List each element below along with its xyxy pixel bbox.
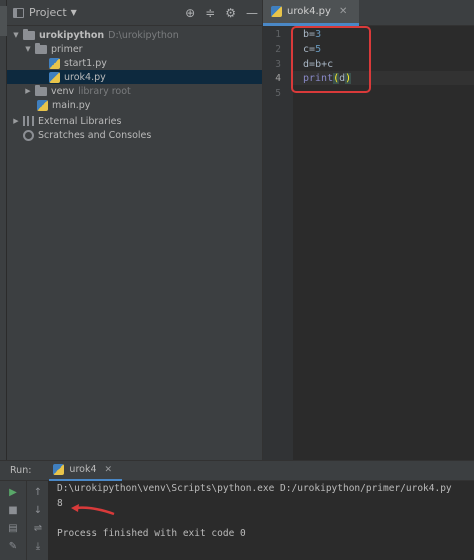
line-number: 4 xyxy=(275,73,281,84)
scratches-icon xyxy=(23,129,34,141)
annotation-highlight-box xyxy=(291,26,371,93)
line-number: 3 xyxy=(275,59,281,70)
folder-icon xyxy=(23,28,35,40)
tab-label: urok4.py xyxy=(287,6,331,17)
console-output-line: 8 xyxy=(57,498,63,509)
line-number: 1 xyxy=(275,29,281,40)
tab-run-urok4[interactable]: urok4 ✕ xyxy=(49,461,123,481)
chevron-down-icon[interactable]: ▼ xyxy=(71,8,77,17)
python-file-icon xyxy=(49,57,60,69)
folder-icon xyxy=(35,42,47,54)
tree-item-label: External Libraries xyxy=(38,115,122,127)
project-panel: Project ▼ ⊕ ≑ ⚙ — ▼ urokipython D:\uroki… xyxy=(7,0,262,460)
left-tool-strip xyxy=(0,0,7,460)
project-tool-window-button[interactable] xyxy=(0,6,7,36)
tree-item-external-libraries[interactable]: ▶ External Libraries xyxy=(7,114,262,128)
soft-wrap-icon[interactable]: ⇌ xyxy=(31,521,45,535)
close-icon[interactable]: ✕ xyxy=(339,6,347,17)
scroll-up-icon[interactable]: ↑ xyxy=(31,485,45,499)
tree-item-label: urokipython xyxy=(39,29,105,41)
console-command-line: D:\urokipython\venv\Scripts\python.exe D… xyxy=(57,483,452,494)
run-panel-title: Run: xyxy=(10,465,32,476)
tree-item-primer[interactable]: ▼ primer xyxy=(7,42,262,56)
python-file-icon xyxy=(49,71,60,83)
chevron-down-icon[interactable]: ▼ xyxy=(23,45,33,53)
stop-icon[interactable]: ■ xyxy=(6,503,20,517)
project-panel-icon xyxy=(13,7,24,18)
close-icon[interactable]: ✕ xyxy=(105,465,113,475)
tab-urok4[interactable]: urok4.py ✕ xyxy=(263,0,359,26)
python-file-icon xyxy=(271,6,282,17)
project-panel-toolbar: ⊕ ≑ ⚙ — xyxy=(185,0,258,26)
tree-item-label: start1.py xyxy=(64,57,107,69)
tree-item-urokipython[interactable]: ▼ urokipython D:\urokipython xyxy=(7,28,262,42)
collapse-icon[interactable]: ≑ xyxy=(205,6,215,20)
library-icon xyxy=(23,116,34,126)
python-file-icon xyxy=(53,464,65,475)
tree-item-venv[interactable]: ▶ venv library root xyxy=(7,84,262,98)
crosshair-icon[interactable]: ⊕ xyxy=(185,6,195,20)
console-toolbar: ↑ ↓ ⇌ ⤓ xyxy=(26,481,48,560)
tree-item-scratches[interactable]: Scratches and Consoles xyxy=(7,128,262,142)
run-panel-header: Run: urok4 ✕ xyxy=(0,461,474,481)
folder-icon xyxy=(35,84,47,96)
tree-item-hint: library root xyxy=(78,85,131,97)
console-exit-line: Process finished with exit code 0 xyxy=(57,528,246,539)
tree-item-hint: D:\urokipython xyxy=(108,29,179,41)
minimize-icon[interactable]: — xyxy=(246,6,258,20)
tree-item-label: urok4.py xyxy=(64,71,106,83)
tree-item-urok4[interactable]: urok4.py xyxy=(7,70,262,84)
gear-icon[interactable]: ⚙ xyxy=(225,6,236,20)
tree-item-main[interactable]: main.py xyxy=(7,98,262,112)
line-number: 2 xyxy=(275,44,281,55)
tree-item-label: venv xyxy=(51,85,75,97)
chevron-right-icon[interactable]: ▶ xyxy=(23,87,33,95)
layout-icon[interactable]: ▤ xyxy=(6,521,20,535)
annotation-arrow-icon xyxy=(71,504,115,516)
run-toolbar: ▶ ■ ▤ ✎ xyxy=(0,481,26,560)
run-tab-label: urok4 xyxy=(69,464,97,475)
project-panel-header: Project ▼ ⊕ ≑ ⚙ — xyxy=(7,0,262,26)
project-panel-title[interactable]: Project xyxy=(29,6,67,19)
scroll-to-end-icon[interactable]: ⤓ xyxy=(31,539,45,553)
line-number: 5 xyxy=(275,88,281,99)
tree-item-start1[interactable]: start1.py xyxy=(7,56,262,70)
tree-item-label: main.py xyxy=(52,99,91,111)
tree-item-label: Scratches and Consoles xyxy=(38,129,152,141)
chevron-down-icon[interactable]: ▼ xyxy=(11,31,21,39)
scroll-down-icon[interactable]: ↓ xyxy=(31,503,45,517)
chevron-right-icon[interactable]: ▶ xyxy=(11,117,21,125)
tree-item-label: primer xyxy=(51,43,83,55)
editor-tab-bar: urok4.py ✕ xyxy=(263,0,474,26)
python-file-icon xyxy=(37,99,48,111)
pin-icon[interactable]: ✎ xyxy=(6,539,20,553)
rerun-icon[interactable]: ▶ xyxy=(6,485,20,499)
